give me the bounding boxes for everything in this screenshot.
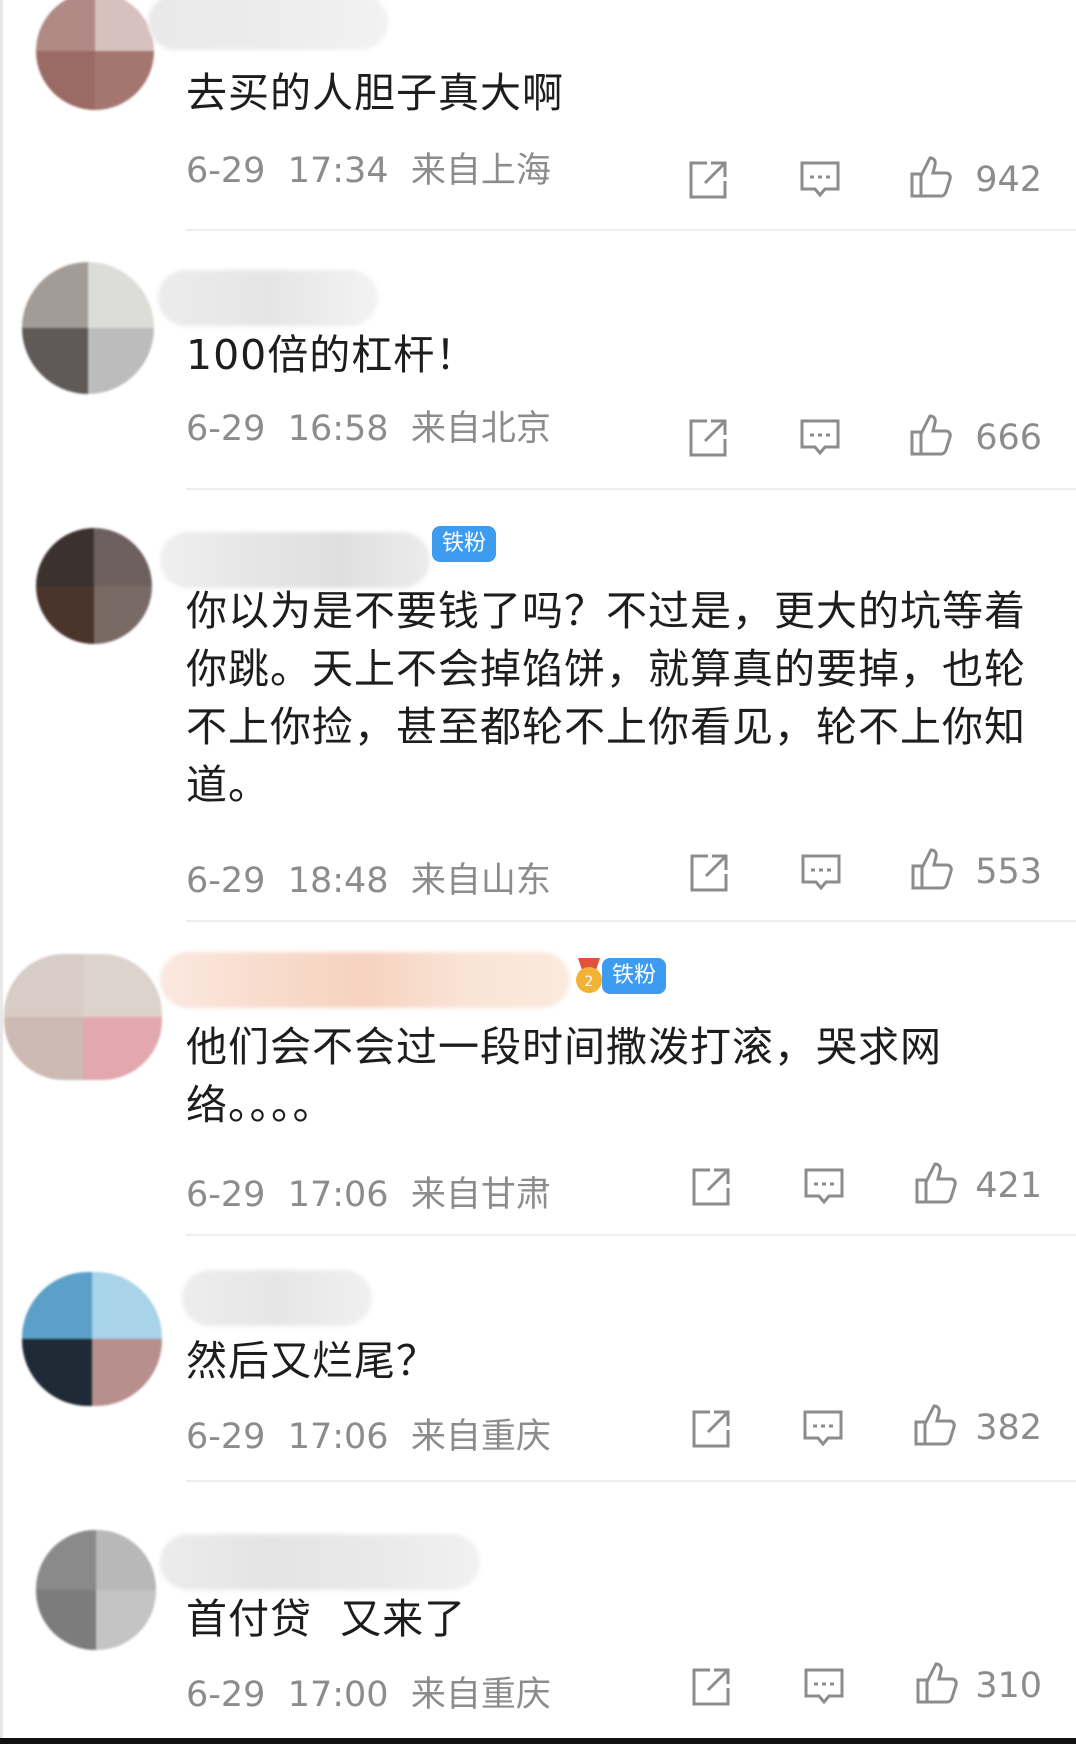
comment-time: 17:06 — [287, 1175, 389, 1215]
share-icon[interactable] — [686, 850, 732, 896]
comment-meta: 6-29 17:34 来自上海 — [186, 142, 551, 193]
comment-location: 来自上海 — [410, 151, 551, 191]
comment-location: 来自山东 — [410, 861, 551, 901]
comment-location: 来自北京 — [410, 409, 551, 449]
comment-text: 首付贷 又来了 — [186, 1595, 467, 1643]
avatar[interactable] — [22, 262, 154, 394]
left-edge — [0, 0, 3, 1744]
comment-text: 你以为是不要钱了吗？不过是，更大的坑等着你跳。天上不会掉馅饼，就算真的要掉，也轮… — [186, 587, 1026, 809]
comment-icon[interactable] — [801, 1664, 847, 1710]
thumbs-up-icon[interactable] — [908, 154, 954, 200]
share-icon[interactable] — [688, 1164, 734, 1210]
username-blurred[interactable] — [160, 1534, 480, 1590]
comment-text: 他们会不会过一段时间撒泼打滚，哭求网络。。。。 — [186, 1023, 942, 1129]
bottom-edge — [0, 1738, 1076, 1744]
comment-icon[interactable] — [798, 850, 844, 896]
thumbs-up-icon[interactable] — [909, 846, 955, 892]
avatar[interactable] — [36, 528, 152, 644]
comment-date: 6-29 — [186, 409, 266, 449]
share-icon[interactable] — [688, 1406, 734, 1452]
like-count: 666 — [975, 418, 1042, 458]
like-count: 553 — [975, 852, 1042, 892]
share-icon[interactable] — [685, 415, 731, 461]
comment-icon[interactable] — [800, 1406, 846, 1452]
divider — [186, 1480, 1076, 1482]
like-count: 382 — [975, 1408, 1042, 1448]
comment-meta: 6-29 18:48 来自山东 — [186, 852, 551, 903]
like-count: 942 — [975, 160, 1042, 200]
divider — [186, 920, 1076, 922]
medal-icon: 2 — [572, 956, 606, 996]
avatar[interactable] — [36, 0, 154, 110]
comment-time: 17:06 — [287, 1417, 389, 1457]
fan-badge: 铁粉 — [602, 958, 667, 994]
comment-text: 去买的人胆子真大啊 — [186, 69, 564, 117]
comment-time: 18:48 — [287, 861, 389, 901]
comment-location: 来自甘肃 — [410, 1175, 551, 1215]
like-count: 310 — [975, 1666, 1042, 1706]
comment-time: 17:34 — [287, 151, 389, 191]
avatar[interactable] — [4, 954, 162, 1080]
comment-icon[interactable] — [797, 415, 843, 461]
share-icon[interactable] — [685, 157, 731, 203]
username-blurred[interactable] — [160, 952, 570, 1008]
comment-date: 6-29 — [186, 1417, 266, 1457]
divider — [186, 229, 1076, 231]
svg-text:2: 2 — [585, 974, 594, 990]
comment-time: 16:58 — [287, 409, 389, 449]
username-blurred[interactable] — [148, 0, 388, 50]
share-icon[interactable] — [688, 1664, 734, 1710]
comment-text: 然后又烂尾？ — [186, 1337, 438, 1385]
comment-meta: 6-29 17:06 来自重庆 — [186, 1408, 551, 1459]
comment-date: 6-29 — [186, 861, 266, 901]
comment-date: 6-29 — [186, 151, 266, 191]
like-count: 421 — [975, 1166, 1042, 1206]
username-blurred[interactable] — [158, 270, 378, 326]
comment-time: 17:00 — [287, 1675, 389, 1715]
comment-meta: 6-29 17:00 来自重庆 — [186, 1666, 551, 1717]
comment-icon[interactable] — [801, 1164, 847, 1210]
comment-location: 来自重庆 — [410, 1675, 551, 1715]
divider — [186, 488, 1076, 490]
divider — [186, 1234, 1076, 1236]
comment-meta: 6-29 16:58 来自北京 — [186, 400, 551, 451]
comment-text: 100倍的杠杆！ — [186, 331, 478, 379]
username-blurred[interactable] — [182, 1270, 372, 1326]
comment-icon[interactable] — [797, 157, 843, 203]
thumbs-up-icon[interactable] — [908, 412, 954, 458]
comment-meta: 6-29 17:06 来自甘肃 — [186, 1166, 551, 1217]
comment-date: 6-29 — [186, 1175, 266, 1215]
comment-date: 6-29 — [186, 1675, 266, 1715]
comment-location: 来自重庆 — [410, 1417, 551, 1457]
avatar[interactable] — [22, 1272, 162, 1406]
fan-badge: 铁粉 — [432, 526, 497, 562]
username-blurred[interactable] — [160, 532, 430, 588]
avatar[interactable] — [36, 1530, 156, 1650]
